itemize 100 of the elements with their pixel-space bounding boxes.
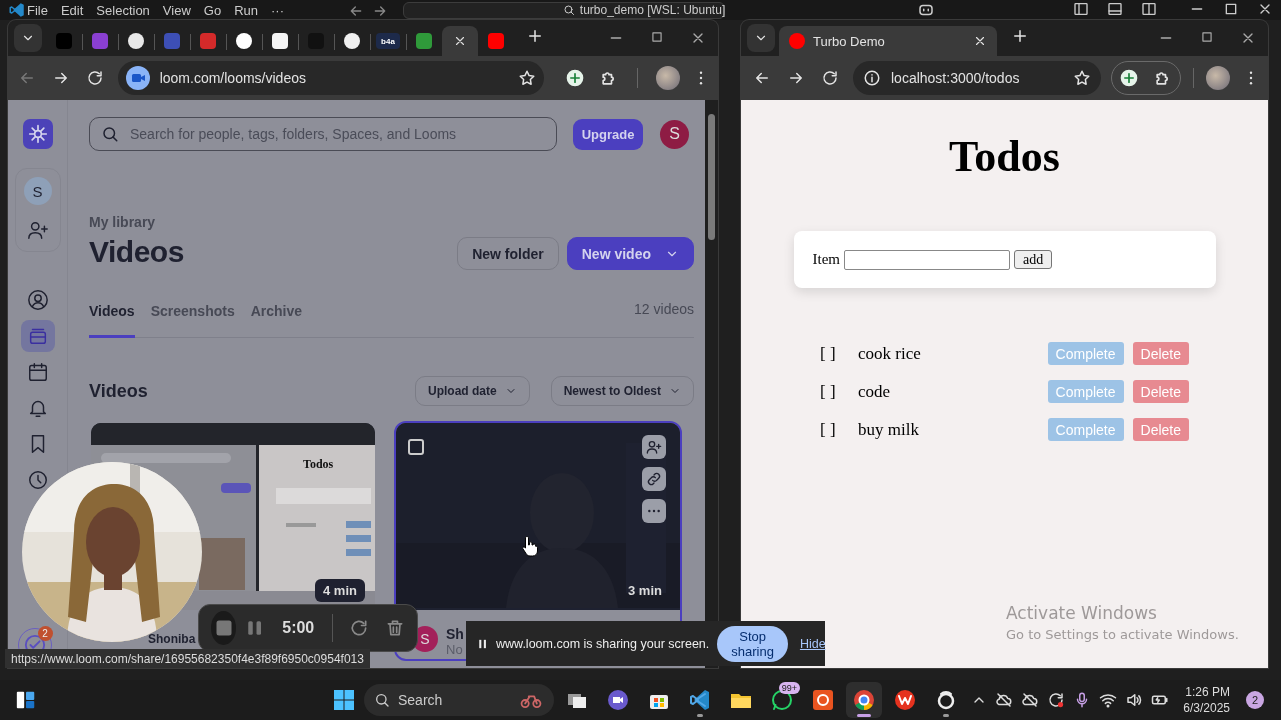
stop-recording-button[interactable] (211, 611, 237, 645)
menu-item[interactable]: Run (234, 2, 258, 18)
taskbar-app[interactable]: 99+ (764, 682, 800, 718)
close-tab-icon[interactable] (973, 34, 987, 48)
clock-time[interactable]: 1:26 PM (1183, 684, 1230, 700)
checkbox[interactable] (408, 439, 424, 455)
menu-item[interactable]: ··· (271, 2, 284, 18)
bookmark-star-icon[interactable] (517, 69, 536, 87)
checkbox-text[interactable]: [ ] (820, 343, 858, 364)
workspace-avatar[interactable]: S (23, 177, 52, 205)
window-title: turbo_demo [WSL: Ubuntu] (579, 3, 726, 17)
code-editor-icon (688, 688, 712, 712)
split-icon[interactable] (1141, 1, 1157, 17)
bookmark-star-icon[interactable] (1073, 69, 1091, 87)
widgets-icon[interactable] (15, 689, 37, 711)
app-logo[interactable] (22, 119, 53, 149)
upgrade-button[interactable]: Upgrade (573, 118, 643, 150)
invite-icon[interactable] (26, 219, 49, 241)
more-button[interactable] (642, 499, 666, 523)
add-button[interactable]: add (1014, 250, 1053, 269)
menu-item[interactable]: View (162, 2, 191, 18)
new-tab-icon[interactable] (526, 27, 544, 45)
profile-icon (26, 289, 49, 311)
panel-icon[interactable] (1107, 1, 1123, 17)
sort-dropdown[interactable]: Newest to Oldest (550, 376, 694, 406)
video-call-icon (606, 688, 630, 712)
duration-label: 3 min (627, 582, 663, 600)
close-tab-icon[interactable] (453, 34, 467, 48)
video-title[interactable]: Sh (446, 626, 464, 642)
reload-icon[interactable] (821, 69, 839, 87)
search-icon (562, 4, 575, 16)
cloud-off-icon[interactable] (995, 691, 1014, 709)
cloud-off-icon[interactable] (1021, 691, 1040, 709)
calendar-icon (26, 361, 49, 383)
sync-icon[interactable] (1047, 691, 1066, 709)
tab-search-button[interactable] (14, 24, 42, 52)
back-icon[interactable] (348, 3, 364, 19)
todo-text: code (858, 381, 892, 402)
tab-search-button[interactable] (747, 24, 775, 52)
page-title: Videos (89, 234, 185, 270)
todo-text: cook rice (858, 343, 922, 364)
wifi-icon[interactable] (1099, 691, 1118, 709)
trash-icon[interactable] (385, 618, 405, 638)
address-bar[interactable]: loom.com/looms/videos (117, 61, 544, 95)
new-tab-icon[interactable] (1011, 27, 1029, 45)
copy-link-button[interactable] (642, 467, 666, 491)
user-avatar[interactable]: S (660, 119, 689, 149)
user-plus-icon (646, 439, 662, 455)
notification-badge: 2 (37, 626, 53, 641)
ring-logo-icon (811, 688, 835, 712)
new-folder-button[interactable]: New folder (457, 237, 559, 270)
link-preview-tooltip: https://www.loom.com/share/16955682350f4e3f89f6950c0954f013 (5, 649, 370, 668)
add-person-button[interactable] (642, 435, 666, 459)
search-box[interactable]: Search (364, 684, 554, 716)
hide-link[interactable]: Hide (799, 636, 826, 651)
tab[interactable]: Videos (89, 303, 135, 338)
start-icon[interactable] (332, 688, 356, 712)
search-field[interactable]: Search for people, tags, folders, Spaces, and Looms (89, 117, 557, 151)
search-label: Search (398, 692, 444, 708)
restore-icon[interactable] (1223, 1, 1239, 17)
site-icon: b4a (376, 33, 400, 49)
add-extension-icon[interactable] (565, 68, 586, 88)
maximize-icon[interactable] (650, 30, 664, 44)
url-text: loom.com/looms/videos (159, 70, 307, 86)
section-title: Videos (89, 380, 149, 402)
menu-item[interactable]: File (27, 2, 48, 18)
command-center[interactable]: turbo_demo [WSL: Ubuntu] (403, 2, 725, 19)
field-label: Item (812, 251, 840, 268)
new-video-button[interactable]: New video (566, 237, 694, 270)
menu-item[interactable]: Selection (96, 2, 150, 18)
maximize-icon[interactable] (1200, 30, 1214, 44)
camera-site-icon (125, 66, 150, 90)
checkbox-text[interactable]: [ ] (820, 381, 858, 402)
menu-item[interactable]: Go (203, 2, 222, 18)
sort-dropdown[interactable]: Upload date (414, 376, 530, 406)
volume-icon[interactable] (1125, 691, 1144, 709)
address-bar[interactable]: localhost:3000/todos (853, 61, 1101, 95)
layout-icon[interactable] (1073, 1, 1089, 17)
profile-avatar[interactable] (1206, 66, 1230, 90)
notification-badge[interactable]: 2 (1246, 691, 1264, 709)
thumbnail-title: Todos (303, 457, 334, 472)
browser-tab[interactable]: Turbo Demo (779, 26, 997, 56)
reload-icon[interactable] (85, 69, 104, 87)
video-title[interactable]: Shoniba (148, 632, 196, 646)
site-icon (789, 33, 805, 49)
activation-title: Activate Windows (1006, 603, 1158, 623)
duration-label: 4 min (315, 579, 365, 602)
menu-item[interactable]: Edit (60, 2, 84, 18)
search-icon (374, 692, 390, 708)
forward-icon[interactable] (372, 3, 388, 19)
add-extension-icon[interactable] (1119, 68, 1139, 88)
item-field[interactable] (844, 249, 1010, 270)
clock-date[interactable]: 6/3/2025 (1183, 700, 1230, 716)
checkbox-text[interactable]: [ ] (820, 419, 858, 440)
browser-tab[interactable]: b4a (370, 26, 406, 56)
stop-sharing-button[interactable]: Stop sharing (717, 625, 788, 662)
profile-avatar[interactable] (656, 66, 681, 90)
taskbar-app[interactable] (846, 682, 882, 718)
restart-icon[interactable] (349, 618, 369, 638)
info-icon (863, 69, 881, 87)
